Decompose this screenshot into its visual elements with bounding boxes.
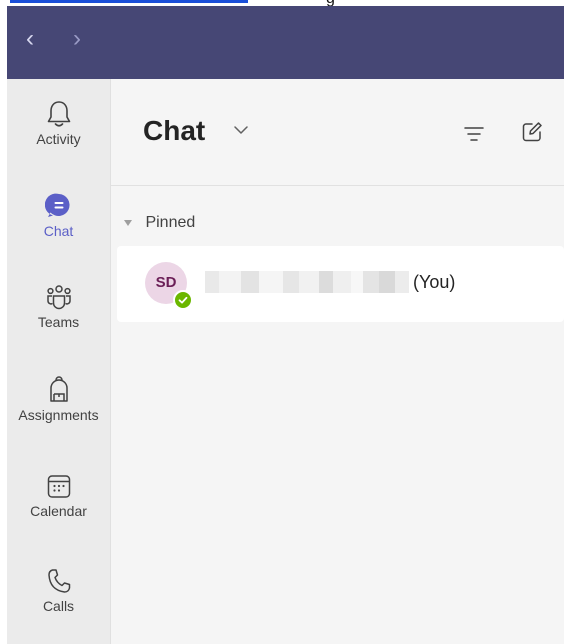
chat-header: Chat <box>111 79 564 186</box>
calendar-icon <box>47 475 70 498</box>
rail-item-calls[interactable]: Calls <box>7 566 110 644</box>
title-bar: ‹ › <box>7 6 564 79</box>
checkmark-icon <box>178 296 188 304</box>
pinned-section-toggle[interactable]: Pinned <box>123 214 195 234</box>
filter-icon[interactable] <box>463 125 485 143</box>
rail-item-teams[interactable]: Teams <box>7 282 110 372</box>
chevron-down-icon[interactable] <box>233 123 249 137</box>
page-title: Chat <box>143 115 206 146</box>
rail-item-chat[interactable]: Chat <box>7 191 110 281</box>
rail-label-teams: Teams <box>37 314 80 330</box>
teams-icon <box>46 285 71 310</box>
rail-label-calendar: Calendar <box>30 503 87 519</box>
back-button[interactable]: ‹ <box>17 24 43 54</box>
you-label: (You) <box>413 272 456 292</box>
redacted-contact-name <box>205 271 409 293</box>
compose-icon[interactable] <box>521 121 543 143</box>
avatar-initials: SD <box>155 274 177 291</box>
phone-icon <box>47 569 70 593</box>
top-link-underline <box>10 0 248 3</box>
chevron-left-icon: ‹ <box>26 25 34 52</box>
rail-label-chat: Chat <box>43 223 74 239</box>
rail-item-assignments[interactable]: Assignments <box>7 375 110 465</box>
pinned-label: Pinned <box>145 214 196 231</box>
teams-window: ‹ › Activity Chat Teams Assignments Cale… <box>7 6 564 644</box>
chat-pane: Chat Pinned SD (You) <box>111 79 564 644</box>
chat-icon <box>44 193 70 217</box>
rail-label-activity: Activity <box>36 131 81 147</box>
forward-button[interactable]: › <box>64 24 90 54</box>
bell-icon <box>47 101 70 127</box>
backpack-icon <box>49 376 68 402</box>
rail-item-activity[interactable]: Activity <box>7 99 110 189</box>
rail-label-calls: Calls <box>42 598 75 614</box>
chat-list-item[interactable]: SD (You) <box>117 246 564 322</box>
app-rail: Activity Chat Teams Assignments Calendar… <box>7 79 111 644</box>
rail-item-calendar[interactable]: Calendar <box>7 471 110 561</box>
rail-label-assignments: Assignments <box>18 407 99 423</box>
chevron-right-icon: › <box>73 25 81 52</box>
caret-down-icon <box>124 220 132 226</box>
presence-available-icon <box>173 290 193 310</box>
